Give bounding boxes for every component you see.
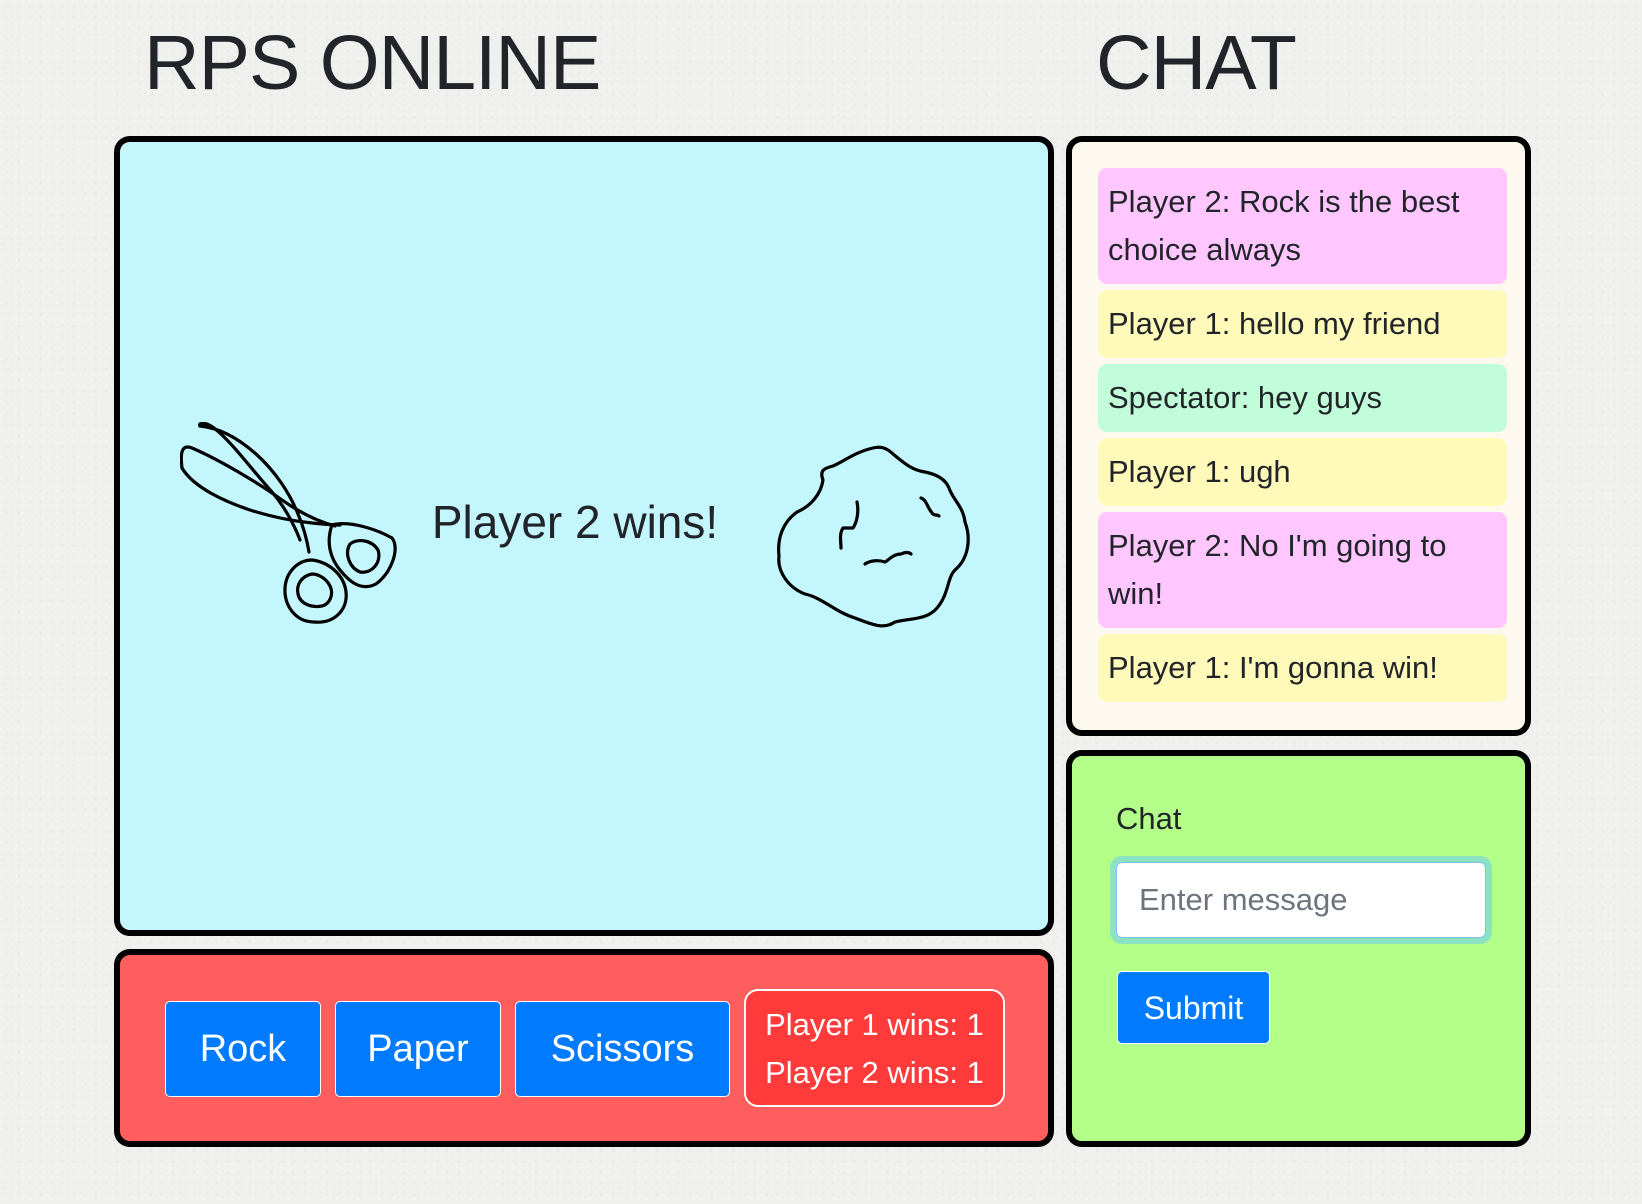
- chat-message: Player 2: Rock is the best choice always: [1098, 168, 1507, 284]
- chat-message: Player 1: hello my friend: [1098, 290, 1507, 358]
- chat-input-label: Chat: [1116, 801, 1182, 836]
- chat-title: CHAT: [1096, 20, 1297, 106]
- rock-drawing-icon: [775, 442, 975, 642]
- controls-panel: Rock Paper Scissors Player 1 wins: 1 Pla…: [114, 949, 1054, 1147]
- message-input[interactable]: [1116, 862, 1486, 938]
- scissors-drawing-icon: [179, 421, 405, 637]
- player1-score: Player 1 wins: 1: [765, 1007, 984, 1042]
- chat-log-panel: Player 2: Rock is the best choice always…: [1066, 136, 1531, 736]
- submit-button[interactable]: Submit: [1117, 971, 1270, 1044]
- round-result-text: Player 2 wins!: [431, 496, 719, 548]
- game-stage: Player 2 wins!: [114, 136, 1054, 936]
- paper-button[interactable]: Paper: [335, 1001, 501, 1097]
- chat-message: Spectator: hey guys: [1098, 364, 1507, 432]
- game-title: RPS ONLINE: [144, 20, 601, 106]
- chat-message: Player 2: No I'm going to win!: [1098, 512, 1507, 628]
- scoreboard: Player 1 wins: 1 Player 2 wins: 1: [744, 989, 1005, 1107]
- rock-button[interactable]: Rock: [165, 1001, 321, 1097]
- chat-message: Player 1: ugh: [1098, 438, 1507, 506]
- player2-score: Player 2 wins: 1: [765, 1055, 984, 1090]
- chat-message-list: Player 2: Rock is the best choice always…: [1098, 168, 1507, 708]
- chat-form-panel: Chat Submit: [1066, 750, 1531, 1147]
- scissors-button[interactable]: Scissors: [515, 1001, 730, 1097]
- chat-message: Player 1: I'm gonna win!: [1098, 634, 1507, 702]
